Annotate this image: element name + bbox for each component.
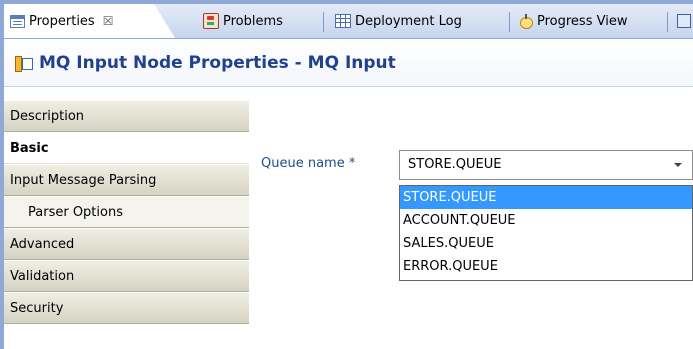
close-tab-icon[interactable]: ☒ (103, 14, 114, 28)
console-icon (677, 14, 691, 28)
sidebar-item-security[interactable]: Security (4, 292, 249, 324)
dropdown-option-error-queue[interactable]: ERROR.QUEUE (400, 255, 692, 278)
sidebar-item-basic[interactable]: Basic (4, 132, 249, 164)
progress-view-icon (519, 14, 533, 29)
tab-properties-label: Properties (29, 13, 95, 29)
tab-problems-label: Problems (223, 13, 283, 29)
queue-name-dropdown-list: STORE.QUEUE ACCOUNT.QUEUE SALES.QUEUE ER… (399, 185, 693, 281)
tab-progress-view[interactable]: Progress View (519, 4, 627, 38)
page-title: MQ Input Node Properties - MQ Input (39, 52, 396, 73)
sidebar-item-label: Validation (10, 268, 75, 284)
dropdown-option-store-queue[interactable]: STORE.QUEUE (400, 186, 692, 209)
sidebar-item-label: Advanced (10, 236, 75, 252)
sidebar-item-label: Security (10, 300, 64, 316)
properties-header: MQ Input Node Properties - MQ Input (4, 39, 693, 86)
sidebar-item-label: Description (10, 108, 85, 124)
sidebar-item-input-message-parsing[interactable]: Input Message Parsing (4, 164, 249, 196)
dropdown-option-account-queue[interactable]: ACCOUNT.QUEUE (400, 209, 692, 232)
queue-name-label: Queue name * (261, 156, 356, 171)
chevron-down-icon[interactable] (664, 151, 692, 179)
dropdown-option-sales-queue[interactable]: SALES.QUEUE (400, 232, 692, 255)
sidebar-item-label: Input Message Parsing (10, 172, 157, 188)
sidebar-item-label: Parser Options (28, 204, 123, 220)
sidebar-item-description[interactable]: Description (4, 100, 249, 132)
problems-icon (203, 13, 219, 29)
sidebar-item-advanced[interactable]: Advanced (4, 228, 249, 260)
sidebar-item-parser-options[interactable]: Parser Options (4, 196, 249, 228)
header-divider (4, 86, 693, 87)
tab-deployment-log[interactable]: Deployment Log (335, 4, 462, 38)
sidebar-item-validation[interactable]: Validation (4, 260, 249, 292)
deployment-log-icon (335, 14, 351, 28)
tab-properties[interactable]: Properties ☒ (4, 4, 175, 38)
properties-icon (10, 15, 25, 28)
view-tab-bar: Properties ☒ Problems Deployment Log Pro… (4, 4, 693, 39)
tab-console[interactable] (677, 4, 691, 38)
tab-separator (509, 12, 510, 32)
property-sections-nav: Description Basic Input Message Parsing … (4, 100, 249, 324)
tab-separator (667, 12, 668, 32)
tab-separator (323, 12, 324, 32)
queue-name-combobox[interactable]: STORE.QUEUE (399, 150, 693, 180)
tab-progress-view-label: Progress View (537, 13, 628, 29)
queue-name-value: STORE.QUEUE (408, 157, 502, 172)
tab-deployment-log-label: Deployment Log (355, 13, 462, 29)
node-properties-icon (15, 55, 33, 72)
tab-problems[interactable]: Problems (203, 4, 283, 38)
sidebar-item-label: Basic (10, 140, 49, 156)
